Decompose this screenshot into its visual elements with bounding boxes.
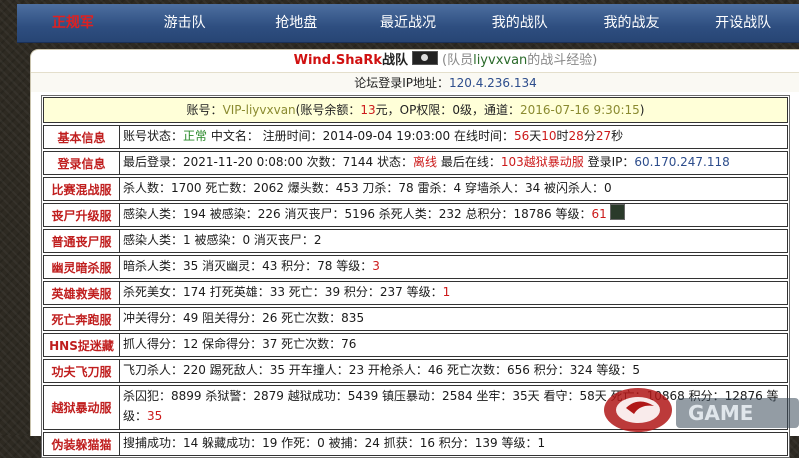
last-login-label: 最后登录： (123, 155, 184, 169)
member-prefix: (队员 (442, 53, 474, 68)
login-ip-label: 登录IP： (583, 155, 635, 169)
forum-ip-value: 120.4.236.134 (448, 76, 537, 90)
rank-badge-icon (609, 204, 625, 220)
account-close: ) (639, 103, 645, 117)
nav-regular-army[interactable]: 正规军 (17, 4, 129, 42)
nav-territory[interactable]: 抢地盘 (240, 4, 352, 42)
account-prefix: 账号： (186, 103, 223, 117)
row-label-disguise: 伪装躲猫猫 (44, 433, 120, 455)
nav-my-team[interactable]: 我的战队 (464, 4, 576, 42)
login-state: 离线 (413, 155, 438, 169)
row-content-death-run: 冲关得分：49 阻关得分：26 死亡次数：835 (123, 311, 365, 325)
row-content-ghost: 暗杀人类：35 消灭幽灵：43 积分：78 等级：3 (120, 256, 787, 278)
table-row: 基本信息 账号状态：正常 中文名： 注册时间：2014-09-04 19:03:… (43, 125, 788, 149)
row-label-hero: 英雄救美服 (44, 282, 120, 304)
unit-minute: 分 (583, 129, 596, 143)
zombie-text: 感染人类：194 被感染：226 消灭丧尸：5196 杀死人类：232 总积分：… (123, 207, 592, 221)
table-row: HNS捉迷藏 抓人得分：12 保命得分：37 死亡次数：76 (43, 333, 788, 357)
table-row: 比赛混战服 杀人数：1700 死亡数：2062 爆头数：453 刀杀：78 雷杀… (43, 177, 788, 201)
row-label-jail: 越狱暴动服 (44, 386, 120, 429)
hero-level: 1 (442, 285, 451, 299)
row-label-death-run: 死亡奔跑服 (44, 308, 120, 330)
login-count-state-label: 次数：7144 状态： (302, 155, 413, 169)
row-content-login: 最后登录：2021-11-20 0:08:00 次数：7144 状态：离线 最后… (120, 152, 787, 174)
hero-text: 杀死美女：174 打死英雄：33 死亡：39 积分：237 等级： (123, 285, 443, 299)
row-label-ghost: 幽灵暗杀服 (44, 256, 120, 278)
row-label-basic: 基本信息 (44, 126, 120, 148)
table-row: 丧尸升级服 感染人类：194 被感染：226 消灭丧尸：5196 杀死人类：23… (43, 203, 788, 227)
row-label-mix: 比赛混战服 (44, 178, 120, 200)
unit-second: 秒 (611, 129, 624, 143)
member-suffix: 的战斗经验) (527, 53, 598, 68)
team-suffix: 战队 (381, 53, 408, 68)
forum-ip-line: 论坛登录IP地址：120.4.236.134 (31, 72, 799, 92)
site-watermark-logo: GAME (596, 368, 799, 435)
row-content-basic: 账号状态：正常 中文名： 注册时间：2014-09-04 19:03:00 在线… (120, 126, 787, 148)
last-online-label: 最后在线： (437, 155, 501, 169)
top-navigation: 正规军 游击队 抢地盘 最近战况 我的战队 我的战友 开设战队 (17, 4, 799, 43)
status-label: 账号状态： (123, 129, 184, 143)
balance-unit: 元，OP权限： (375, 103, 453, 117)
last-online-server: 103越狱暴动服 (500, 155, 584, 169)
unit-day: 天 (529, 129, 542, 143)
team-heading: Wind.ShaRk战队 (队员liyvxvan的战斗经验) (31, 50, 799, 72)
row-label-kungfu: 功夫飞刀服 (44, 360, 120, 382)
table-row: 英雄救美服 杀死美女：174 打死英雄：33 死亡：39 积分：237 等级：1 (43, 281, 788, 305)
watermark-logo-icon: GAME (604, 388, 799, 432)
reg-time: 2014-09-04 19:03:00 (322, 129, 451, 143)
last-login-time: 2021-11-20 0:08:00 (183, 155, 303, 169)
row-content-hero: 杀死美女：174 打死英雄：33 死亡：39 积分：237 等级：1 (120, 282, 787, 304)
forum-ip-label: 论坛登录IP地址： (354, 76, 449, 90)
account-date: 2016-07-16 9:30:15 (519, 103, 640, 117)
online-minutes: 28 (568, 129, 584, 143)
table-row: 普通丧尸服 感染人类：1 被感染：0 消灭丧尸：2 (43, 229, 788, 253)
row-content-mix: 杀人数：1700 死亡数：2062 爆头数：453 刀杀：78 雷杀：4 穿墙杀… (123, 181, 612, 195)
nav-recent-battles[interactable]: 最近战况 (352, 4, 464, 42)
watermark-text: GAME (688, 401, 753, 425)
table-row: 幽灵暗杀服 暗杀人类：35 消灭幽灵：43 积分：78 等级：3 (43, 255, 788, 279)
nav-guerrilla[interactable]: 游击队 (129, 4, 241, 42)
row-label-hns: HNS捉迷藏 (44, 334, 120, 356)
table-row: 死亡奔跑服 冲关得分：49 阻关得分：26 死亡次数：835 (43, 307, 788, 331)
status-value: 正常 (183, 129, 208, 143)
op-level: 0级，通道： (452, 103, 520, 117)
ghost-text: 暗杀人类：35 消灭幽灵：43 积分：78 等级： (123, 259, 373, 273)
row-label-login: 登录信息 (44, 152, 120, 174)
nav-my-comrades[interactable]: 我的战友 (576, 4, 688, 42)
online-hours: 10 (541, 129, 557, 143)
row-label-normal-zombie: 普通丧尸服 (44, 230, 120, 252)
online-label: 在线时间： (450, 129, 514, 143)
online-seconds: 27 (595, 129, 612, 143)
zombie-level: 61 (591, 207, 607, 221)
ghost-level: 3 (372, 259, 380, 273)
team-name[interactable]: Wind.ShaRk (294, 53, 382, 68)
member-name[interactable]: liyvxvan (473, 53, 527, 68)
pirate-flag-icon (412, 51, 438, 65)
row-content-zombie: 感染人类：194 被感染：226 消灭丧尸：5196 杀死人类：232 总积分：… (120, 204, 787, 226)
row-label-zombie: 丧尸升级服 (44, 204, 120, 226)
unit-hour: 时 (556, 129, 569, 143)
balance-value: 13 (360, 103, 376, 117)
row-content-normal-zombie: 感染人类：1 被感染：0 消灭丧尸：2 (123, 233, 322, 247)
nav-create-team[interactable]: 开设战队 (687, 4, 799, 42)
table-row: 登录信息 最后登录：2021-11-20 0:08:00 次数：7144 状态：… (43, 151, 788, 175)
row-content-disguise: 搜捕成功：14 躲藏成功：19 作死：0 被捕：24 抓获：16 积分：139 … (123, 436, 546, 450)
row-content-hns: 抓人得分：12 保命得分：37 死亡次数：76 (123, 337, 357, 351)
balance-label: (账号余额： (295, 103, 361, 117)
jail-level: 35 (147, 409, 163, 423)
login-ip: 60.170.247.118 (634, 155, 730, 169)
account-vip: VIP-liyvxvan (222, 103, 296, 117)
table-row: 伪装躲猫猫 搜捕成功：14 躲藏成功：19 作死：0 被捕：24 抓获：16 积… (43, 432, 788, 456)
online-days: 56 (513, 129, 530, 143)
account-bar: 账号：VIP-liyvxvan(账号余额：13元，OP权限：0级，通道：2016… (43, 97, 788, 123)
reg-label: 中文名： 注册时间： (207, 129, 323, 143)
